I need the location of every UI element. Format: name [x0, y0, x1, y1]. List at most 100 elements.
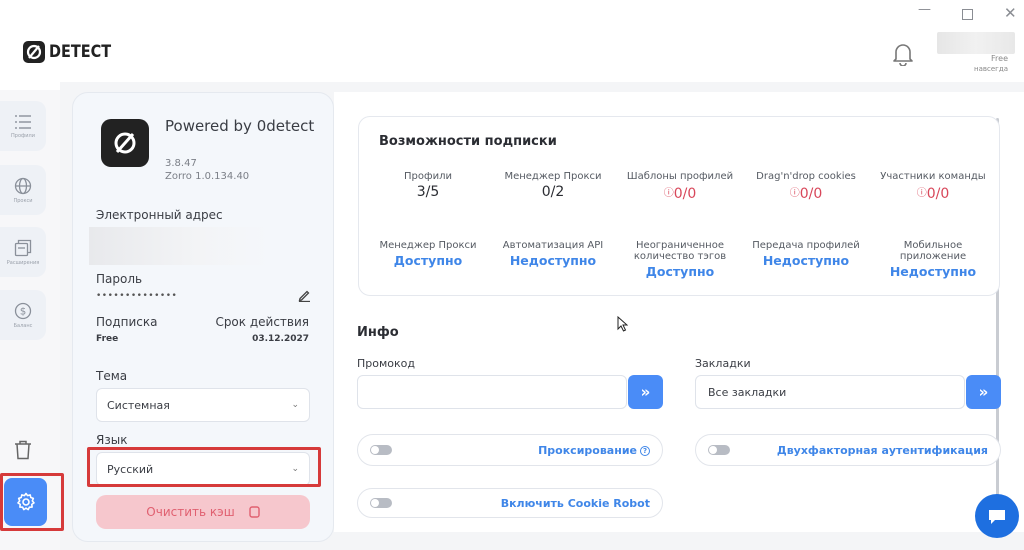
- feature-title: Передача профилей: [752, 240, 860, 251]
- promo-input[interactable]: [357, 375, 627, 409]
- password-value: ••••••••••••••: [96, 291, 178, 301]
- app-version: 3.8.47: [165, 158, 197, 169]
- subscription-value: Free: [96, 334, 119, 344]
- user-name-blurred[interactable]: [937, 32, 1015, 54]
- feature-proxy-manager-count: Менеджер Прокси 0/2: [490, 171, 616, 200]
- feature-dragdrop-cookies: Drag'n'drop cookies ⓘ0/0: [743, 171, 869, 202]
- feature-value: 0/0: [799, 186, 823, 202]
- feature-profile-templates: Шаблоны профилей ⓘ0/0: [617, 171, 743, 202]
- feature-status: Недоступно: [889, 264, 977, 279]
- feature-profile-transfer: Передача профилей Недоступно: [743, 240, 869, 268]
- two-factor-row: Двухфакторная аутентификация: [695, 434, 1001, 466]
- chevron-down-icon: ⌄: [291, 400, 299, 410]
- bell-icon[interactable]: [892, 42, 914, 70]
- clear-cache-button[interactable]: Очистить кэш: [96, 495, 310, 529]
- chat-icon: [989, 510, 1005, 524]
- powered-by: Powered by 0detect: [165, 117, 315, 135]
- sidebar-item-label: Расширения: [6, 259, 40, 266]
- maximize-icon[interactable]: [962, 9, 973, 20]
- broom-icon: [249, 506, 260, 518]
- sidebar-item-label: Баланс: [13, 322, 33, 329]
- two-factor-toggle[interactable]: [708, 445, 730, 455]
- trash-icon[interactable]: [14, 440, 32, 464]
- logo-mark-icon: [23, 41, 45, 63]
- feature-title: Автоматизация API: [502, 240, 604, 251]
- subscription-label: Подписка: [96, 315, 158, 329]
- user-plan: Free: [991, 54, 1008, 63]
- two-factor-label: Двухфакторная аутентификация: [776, 443, 988, 457]
- feature-title: Профили: [404, 171, 452, 182]
- theme-select[interactable]: Системная ⌄: [96, 388, 310, 422]
- proxying-toggle[interactable]: [370, 445, 392, 455]
- expiry-value: 03.12.2027: [252, 334, 309, 344]
- info-icon: ⓘ: [916, 188, 927, 199]
- extensions-icon: [14, 239, 32, 256]
- close-icon[interactable]: ✕: [1004, 4, 1017, 22]
- feature-title: Участники команды: [880, 171, 986, 182]
- app-window: — ✕ DETECT Free навсегда Профили Прокси …: [0, 0, 1024, 550]
- feature-unlimited-tags: Неограниченное количество тэгов Доступно: [609, 240, 751, 279]
- info-title: Инфо: [357, 325, 399, 340]
- sidebar-item-extensions[interactable]: Расширения: [0, 227, 46, 277]
- password-label: Пароль: [96, 272, 143, 286]
- cookie-robot-row: Включить Cookie Robot: [357, 488, 663, 518]
- sidebar-item-profiles[interactable]: Профили: [0, 101, 46, 151]
- app-logo: DETECT: [23, 41, 122, 63]
- subscription-features-card: Возможности подписки Профили 3/5 Менедже…: [358, 116, 1000, 296]
- feature-title: Мобильное приложение: [899, 240, 967, 262]
- sidebar-item-balance[interactable]: $ Баланс: [0, 290, 46, 340]
- help-icon[interactable]: ?: [640, 445, 650, 456]
- bookmarks-label: Закладки: [695, 357, 751, 370]
- mouse-cursor-icon: [617, 315, 629, 336]
- expiry-label: Срок действия: [215, 315, 309, 329]
- settings-highlight: [0, 473, 64, 531]
- sidebar-item-label: Прокси: [13, 197, 33, 204]
- feature-status: Недоступно: [509, 253, 597, 268]
- feature-value: 3/5: [416, 184, 440, 200]
- promo-apply-button[interactable]: »: [628, 375, 663, 409]
- feature-title: Drag'n'drop cookies: [756, 171, 856, 182]
- feature-title: Менеджер Прокси: [504, 171, 602, 182]
- theme-select-value: Системная: [107, 398, 170, 412]
- feature-title: Неограниченное количество тэгов: [633, 240, 727, 262]
- globe-icon: [14, 177, 32, 194]
- sidebar-item-proxy[interactable]: Прокси: [0, 165, 46, 215]
- info-icon: ⓘ: [663, 188, 674, 199]
- feature-team-members: Участники команды ⓘ0/0: [870, 171, 996, 202]
- email-label: Электронный адрес: [96, 208, 223, 222]
- feature-status: Недоступно: [762, 253, 850, 268]
- theme-label: Тема: [96, 369, 128, 383]
- list-icon: [15, 114, 31, 129]
- chat-support-button[interactable]: [975, 494, 1019, 538]
- version-info: 3.8.47 Zorro 1.0.134.40: [165, 157, 249, 183]
- engine-version: Zorro 1.0.134.40: [165, 171, 250, 182]
- proxying-label: Проксирование?: [538, 444, 650, 457]
- dollar-icon: $: [14, 302, 32, 319]
- bookmarks-select[interactable]: Все закладки: [695, 375, 965, 409]
- sidebar-item-label: Профили: [11, 132, 35, 139]
- email-value-blurred: [89, 227, 269, 265]
- svg-text:$: $: [20, 306, 26, 317]
- edit-password-icon[interactable]: [298, 287, 311, 306]
- cookie-robot-label: Включить Cookie Robot: [500, 496, 650, 510]
- logo-text: DETECT: [49, 42, 112, 62]
- promo-label: Промокод: [357, 357, 415, 370]
- proxying-row: Проксирование?: [357, 434, 663, 466]
- feature-value: 0/0: [926, 186, 950, 202]
- cookie-robot-toggle[interactable]: [370, 498, 392, 508]
- feature-proxy-manager: Менеджер Прокси Доступно: [365, 240, 491, 268]
- app-icon: [101, 119, 149, 167]
- feature-profiles: Профили 3/5: [365, 171, 491, 200]
- feature-api-automation: Автоматизация API Недоступно: [490, 240, 616, 268]
- feature-title: Менеджер Прокси: [379, 240, 477, 251]
- bookmarks-value: Все закладки: [708, 385, 787, 399]
- feature-status: Доступно: [645, 264, 715, 279]
- language-highlight: [87, 447, 321, 487]
- minimize-icon[interactable]: —: [918, 2, 931, 17]
- subscription-title: Возможности подписки: [379, 134, 557, 149]
- feature-value: 0/2: [541, 184, 565, 200]
- bookmarks-apply-button[interactable]: »: [966, 375, 1001, 409]
- feature-title: Шаблоны профилей: [626, 171, 734, 182]
- feature-mobile-app: Мобильное приложение Недоступно: [870, 240, 996, 279]
- user-plan-duration: навсегда: [974, 65, 1008, 73]
